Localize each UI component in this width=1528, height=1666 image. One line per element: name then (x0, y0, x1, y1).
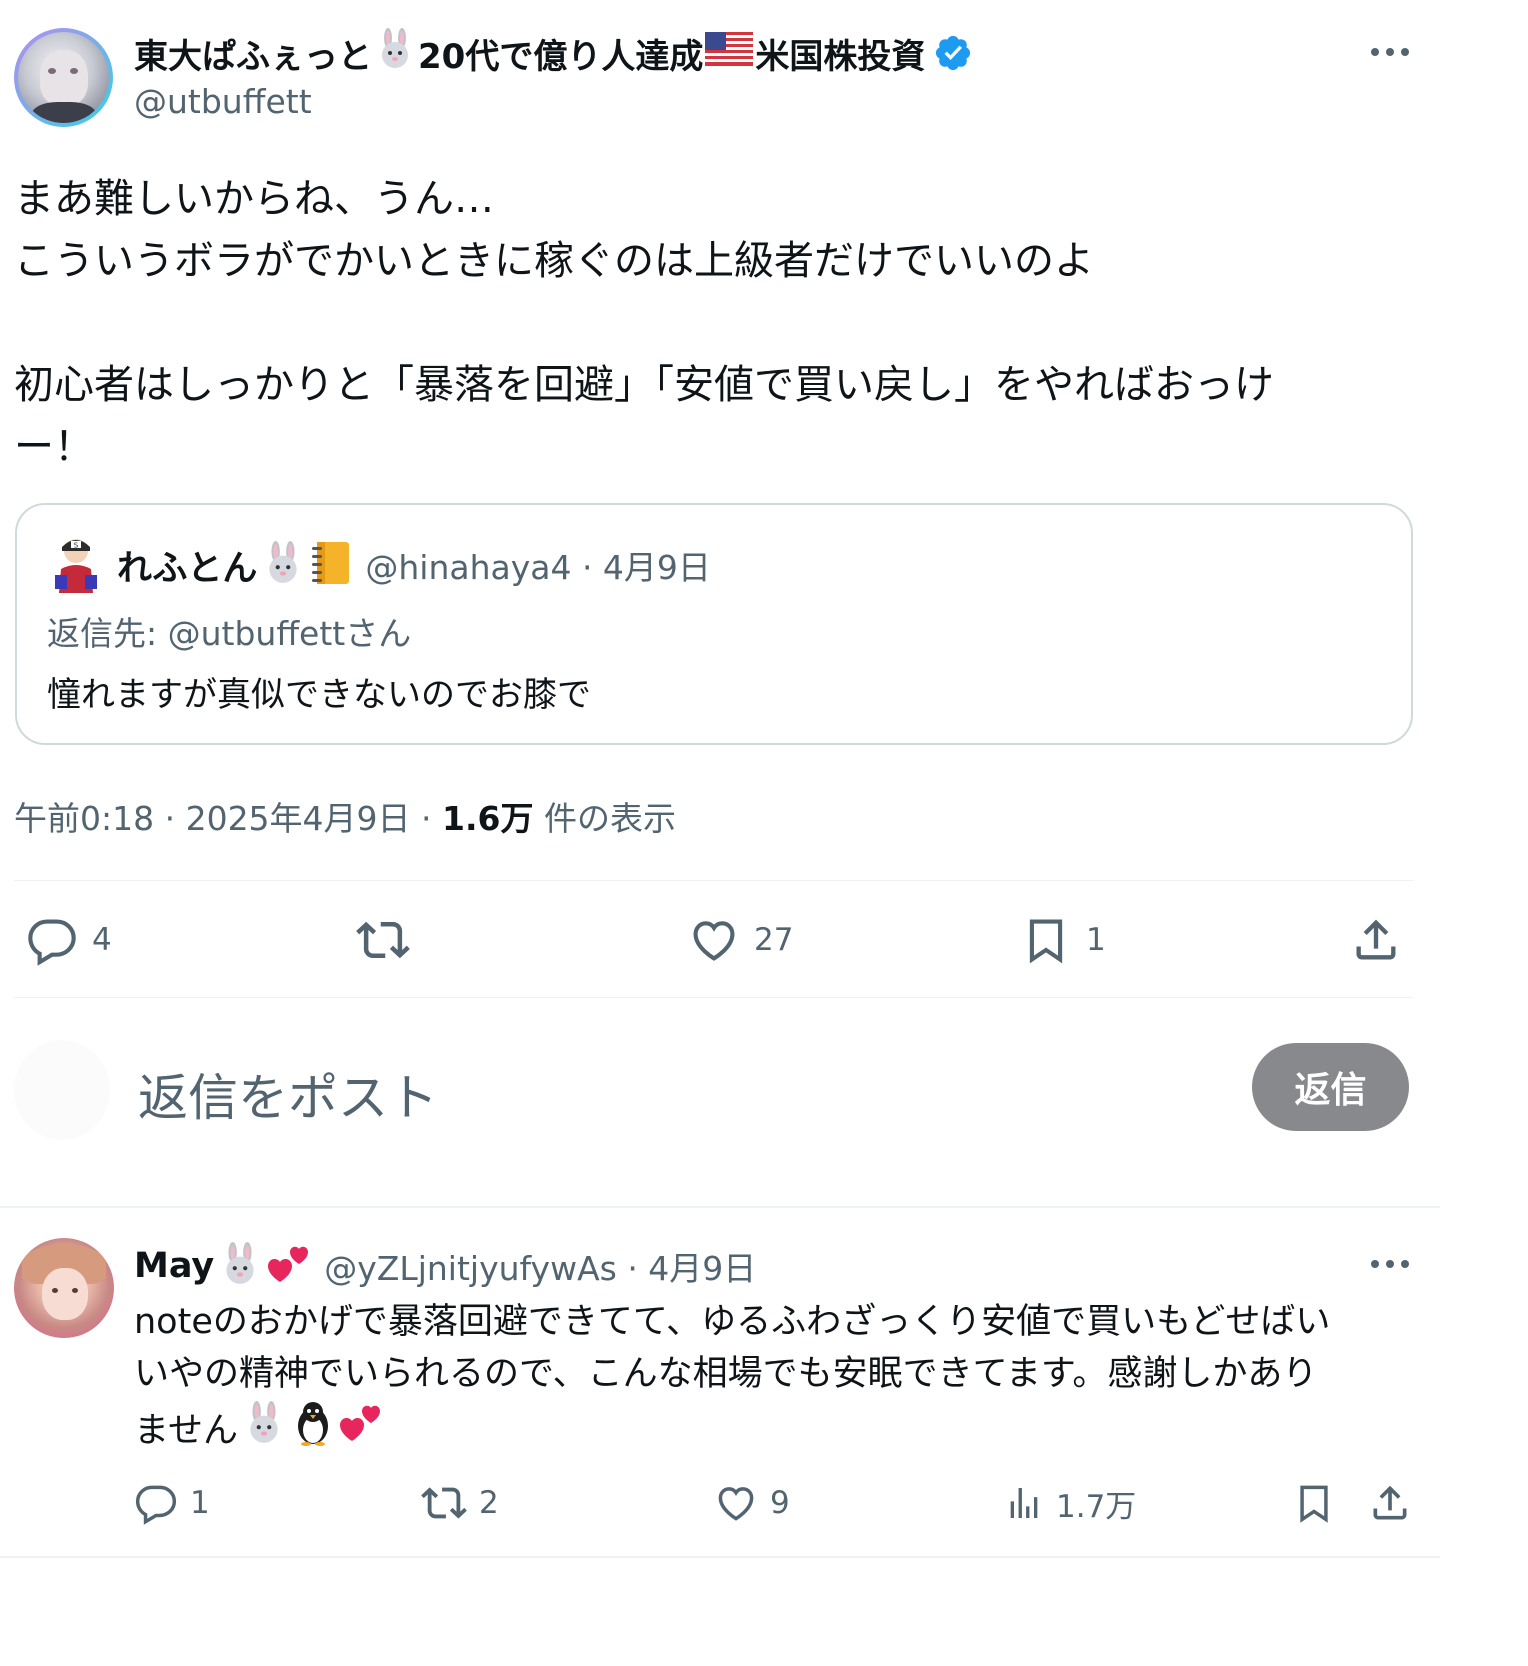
tweet-text: まあ難しいからね、うん… こういうボラがでかいときに稼ぐのは上級者だけでいいのよ… (14, 168, 1274, 478)
quote-text: 憧れますが真似できないのでお膝で (47, 675, 591, 715)
reply-submit-button[interactable]: 返信 (1252, 1043, 1409, 1131)
bookmark-action[interactable]: 1 (1020, 913, 1106, 967)
reply-reply-action[interactable]: 1 (134, 1480, 210, 1526)
author-name[interactable]: 東大ぱふぇっと (134, 29, 372, 78)
tweet-text-line: こういうボラがでかいときに稼ぐのは上級者だけでいいのよ (14, 238, 1094, 284)
quoted-tweet[interactable]: S れふとん @hinahaya4 · 4月9日 返信先: @utbuffett… (15, 503, 1413, 745)
reply-header: May @yZLjnitjyufywAs · 4月9日 (134, 1240, 756, 1292)
tweet-text-line: ー！ (14, 424, 94, 470)
retweet-icon (356, 913, 410, 967)
rabbit-emoji-icon (218, 1242, 262, 1290)
reply-compose-input[interactable]: 返信をポスト (138, 1058, 438, 1130)
quote-header: れふとん @hinahaya4 · 4月9日 (117, 539, 711, 591)
reply-handle-date[interactable]: @yZLjnitjyufywAs · 4月9日 (324, 1242, 756, 1290)
author-name-tail[interactable]: 米国株投資 (755, 29, 925, 78)
tweet-text-line: まあ難しいからね、うん… (14, 176, 494, 222)
reply-text: noteのおかげで暴落回避できてて、ゆるふわざっくり安値で買いもどせばい いやの… (134, 1296, 1330, 1461)
rabbit-emoji-icon (261, 541, 305, 589)
us-flag-emoji-icon (705, 31, 754, 75)
reply-more-horizontal-icon[interactable] (1366, 1248, 1414, 1280)
rabbit-emoji-icon (374, 27, 416, 79)
views-label: 件の表示 (533, 799, 676, 838)
bookmark-icon (1020, 914, 1072, 966)
reply-icon (134, 1481, 178, 1525)
quote-avatar: S (51, 535, 101, 593)
analytics-bar-icon (1004, 1483, 1044, 1523)
reply-like-count: 9 (770, 1485, 790, 1521)
reply-count: 4 (92, 922, 112, 958)
author-name-rest[interactable]: 20代で億り人達成 (418, 29, 703, 78)
rabbit-emoji-icon (242, 1401, 286, 1460)
reply-views-action[interactable]: 1.7万 (1004, 1480, 1136, 1526)
views-count: 1.6万 (442, 799, 534, 838)
reply-submit-label: 返信 (1294, 1070, 1367, 1111)
divider (14, 997, 1413, 998)
reply-author-name[interactable]: May (134, 1246, 214, 1286)
reply-reply-count: 1 (190, 1485, 210, 1521)
reply-icon (26, 914, 78, 966)
heart-icon (688, 914, 740, 966)
author-avatar[interactable] (14, 28, 113, 127)
verified-badge-icon (933, 33, 973, 73)
retweet-action[interactable] (356, 913, 424, 967)
like-count: 27 (754, 922, 794, 958)
heart-icon (714, 1481, 758, 1525)
like-action[interactable]: 27 (688, 913, 793, 967)
reply-text-line: noteのおかげで暴落回避できてて、ゆるふわざっくり安値で買いもどせばい (134, 1302, 1331, 1342)
reply-retweet-action[interactable]: 2 (421, 1480, 499, 1526)
author-name-row[interactable]: 東大ぱふぇっと 20代で億り人達成 米国株投資 (134, 27, 973, 79)
divider (0, 1206, 1440, 1208)
reply-share-icon[interactable] (1368, 1480, 1412, 1526)
reply-avatar[interactable] (14, 1238, 114, 1338)
svg-text:S: S (74, 542, 79, 550)
author-handle[interactable]: @utbuffett (134, 82, 312, 121)
more-horizontal-icon[interactable] (1366, 36, 1414, 68)
penguin-emoji-icon (292, 1400, 334, 1461)
reply-like-action[interactable]: 9 (714, 1480, 790, 1526)
retweet-icon (421, 1480, 467, 1526)
reply-retweet-count: 2 (479, 1485, 499, 1521)
quote-author-name[interactable]: れふとん (117, 540, 257, 591)
divider (0, 1556, 1440, 1558)
two-hearts-emoji-icon (266, 1242, 312, 1290)
bookmark-count: 1 (1086, 922, 1106, 958)
compose-avatar-placeholder (14, 1040, 110, 1140)
reply-text-line: ません (134, 1410, 238, 1451)
reply-bookmark-icon[interactable] (1292, 1480, 1336, 1526)
two-hearts-emoji-icon (338, 1401, 384, 1460)
reply-views-count: 1.7万 (1056, 1488, 1137, 1525)
quote-reply-to: 返信先: @utbuffettさん (47, 614, 412, 653)
tweet-meta: 午前0:18 · 2025年4月9日 · 1.6万 件の表示 (14, 792, 676, 840)
tweet-text-line: 初心者はしっかりと「暴落を回避」「安値で買い戻し」をやればおっけ (14, 362, 1274, 408)
share-icon[interactable] (1350, 913, 1402, 967)
quote-handle-date[interactable]: @hinahaya4 · 4月9日 (365, 541, 711, 589)
tweet-timestamp[interactable]: 午前0:18 · 2025年4月9日 · (14, 799, 442, 838)
reply-text-line: いやの精神でいられるので、こんな相場でも安眠できてます。感謝しかあり (134, 1354, 1318, 1394)
reply-action[interactable]: 4 (26, 913, 112, 967)
divider (14, 880, 1413, 881)
notebook-emoji-icon (309, 540, 353, 590)
